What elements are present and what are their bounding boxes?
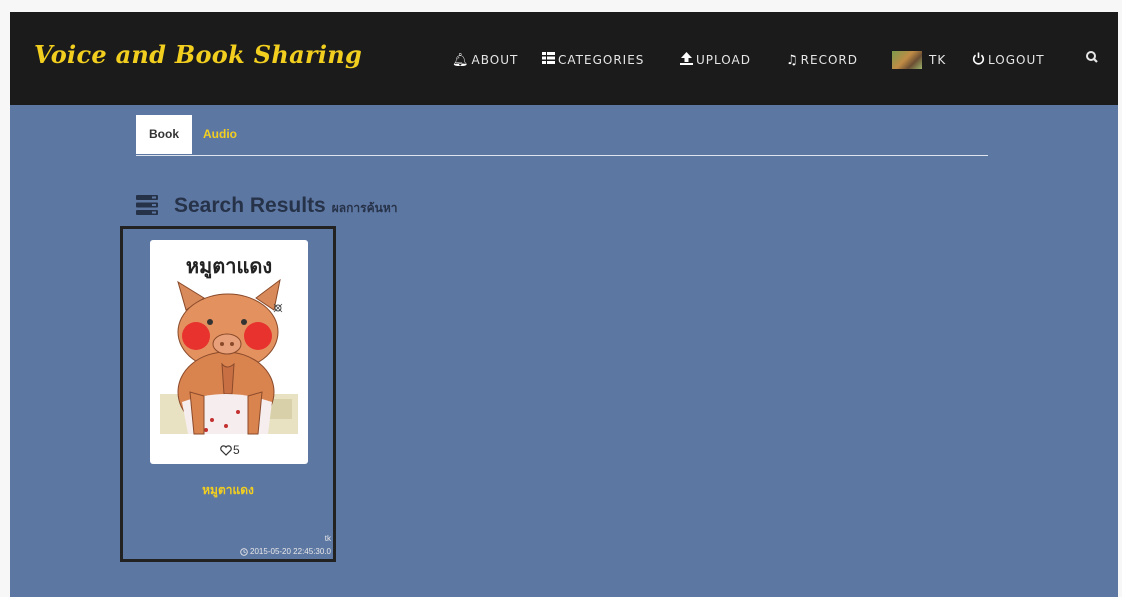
clock-icon xyxy=(240,547,248,556)
like-count-value: 5 xyxy=(233,443,240,457)
nav-categories[interactable]: CATEGORIES xyxy=(542,50,644,70)
nav-record[interactable]: ♫ RECORD xyxy=(786,50,858,70)
book-title-link[interactable]: หมูตาแดง xyxy=(123,481,333,500)
result-card[interactable]: หมูตาแดง 5 หมูตาแดง tk 2015-05-20 22:45:… xyxy=(120,226,336,562)
page-title: Search Results xyxy=(174,194,326,217)
nav-upload[interactable]: UPLOAD xyxy=(680,50,751,70)
upload-date-value: 2015-05-20 22:45:30.0 xyxy=(250,547,331,556)
uploader-name: tk xyxy=(324,534,331,543)
tab-book[interactable]: Book xyxy=(136,115,192,154)
nav-record-label: RECORD xyxy=(800,53,858,67)
heart-icon xyxy=(220,444,232,456)
nav-user[interactable]: TK xyxy=(892,50,946,70)
pig-illustration xyxy=(160,278,298,435)
nav-categories-label: CATEGORIES xyxy=(558,53,645,67)
book-cover[interactable]: หมูตาแดง 5 xyxy=(150,240,308,464)
search-results-heading: Search Results ผลการค้นหา xyxy=(136,192,397,218)
nav-logout[interactable]: LOGOUT xyxy=(972,50,1045,70)
page-subtitle: ผลการค้นหา xyxy=(331,201,398,215)
upload-icon xyxy=(680,51,693,69)
nav-about[interactable]: 🔔︎ ABOUT xyxy=(452,50,518,70)
bell-icon: 🔔︎ xyxy=(452,52,469,68)
brand-logo[interactable]: Voice and Book Sharing xyxy=(34,40,362,69)
list-icon xyxy=(136,195,158,215)
avatar xyxy=(892,51,922,69)
nav-about-label: ABOUT xyxy=(471,53,519,67)
nav-logout-label: LOGOUT xyxy=(988,53,1045,67)
app-window: Voice and Book Sharing 🔔︎ ABOUT CATEGORI… xyxy=(10,12,1118,597)
upload-date: 2015-05-20 22:45:30.0 xyxy=(240,547,331,556)
nav-upload-label: UPLOAD xyxy=(696,53,751,67)
search-icon[interactable] xyxy=(1082,46,1102,66)
like-count[interactable]: 5 xyxy=(220,443,240,457)
power-icon xyxy=(972,52,985,69)
categories-grid-icon xyxy=(542,52,555,68)
music-note-icon: ♫ xyxy=(786,52,798,68)
content-tabs: Book Audio xyxy=(136,115,988,156)
tab-audio[interactable]: Audio xyxy=(194,115,246,154)
navbar: Voice and Book Sharing 🔔︎ ABOUT CATEGORI… xyxy=(10,12,1118,105)
nav-user-label: TK xyxy=(929,53,947,67)
